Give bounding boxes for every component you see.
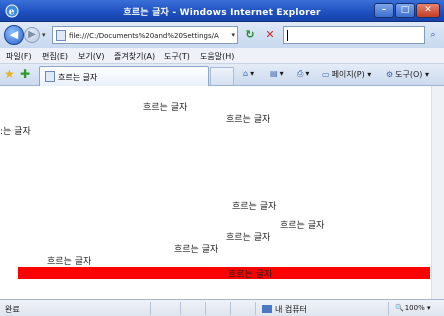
page-menu-button[interactable]: ▭ 페이지(P) ▾ — [322, 69, 371, 80]
feeds-icon: ▤ — [270, 69, 278, 78]
status-divider — [388, 302, 389, 315]
menu-tools[interactable]: 도구(T) — [164, 51, 190, 62]
tab-label: 흐르는 글자 — [58, 73, 98, 82]
search-input[interactable] — [283, 26, 425, 44]
home-button[interactable]: ⌂ ▾ — [243, 69, 254, 78]
marquee-text: 흐르는 글자 — [226, 115, 271, 125]
print-button[interactable]: ⎙ ▾ — [297, 69, 309, 79]
status-text: 완료 — [5, 305, 20, 314]
page-menu-label: 페이지(P) — [331, 70, 365, 79]
status-divider — [230, 302, 231, 315]
address-input[interactable]: file:///C:/Documents%20and%20Settings/A/… — [52, 26, 238, 44]
marquee-text: :는 글자 — [0, 127, 31, 137]
title-bar: e 흐르는 글자 - Windows Internet Explorer – □… — [0, 0, 444, 22]
marquee-text: 흐르는 글자 — [228, 270, 273, 280]
status-bar: 완료 내 컴퓨터 🔍100% ▾ — [0, 299, 444, 316]
menu-favorites[interactable]: 즐겨찾기(A) — [114, 51, 155, 62]
stop-button[interactable]: ✕ — [262, 28, 278, 42]
feeds-button[interactable]: ▤ ▾ — [270, 69, 284, 78]
address-dropdown-icon[interactable]: ▾ — [231, 31, 235, 39]
menu-bar: 파일(F) 편집(E) 보기(V) 즐겨찾기(A) 도구(T) 도움말(H) — [0, 48, 444, 64]
back-button[interactable]: ◀ — [4, 25, 24, 45]
home-icon: ⌂ — [243, 69, 249, 78]
menu-view[interactable]: 보기(V) — [78, 51, 104, 62]
tools-menu-label: 도구(O) — [395, 70, 423, 79]
add-favorite-icon[interactable]: ✚ — [20, 67, 30, 81]
page-content: 흐르는 글자 흐르는 글자 :는 글자 흐르는 글자 흐르는 글자 흐르는 글자… — [0, 86, 431, 299]
marquee-text: 흐르는 글자 — [143, 103, 188, 113]
address-url: file:///C:/Documents%20and%20Settings/A/… — [69, 32, 219, 40]
close-icon: ✕ — [424, 5, 432, 15]
close-button[interactable]: ✕ — [416, 3, 440, 18]
marquee-text: 흐르는 글자 — [47, 257, 92, 267]
status-divider — [205, 302, 206, 315]
marquee-text: 흐르는 글자 — [280, 221, 325, 231]
maximize-button[interactable]: □ — [395, 3, 415, 18]
search-icon[interactable]: ⌕ — [425, 26, 441, 44]
zoom-control[interactable]: 🔍100% ▾ — [395, 304, 430, 312]
status-divider — [180, 302, 181, 315]
menu-file[interactable]: 파일(F) — [6, 51, 32, 62]
tools-menu-button[interactable]: ⚙ 도구(O) ▾ — [386, 69, 429, 80]
forward-arrow-icon: ▶ — [28, 29, 36, 40]
refresh-button[interactable]: ↻ — [242, 28, 258, 42]
minimize-icon: – — [381, 5, 387, 15]
status-divider — [255, 302, 256, 315]
marquee-text: 흐르는 글자 — [174, 245, 219, 255]
status-divider — [150, 302, 151, 315]
menu-edit[interactable]: 편집(E) — [42, 51, 68, 62]
tab-bar: ★ ✚ 흐르는 글자 ⌂ ▾ ▤ ▾ ⎙ ▾ ▭ 페이지(P) ▾ ⚙ 도구(O) ▾ — [0, 64, 444, 86]
page-icon: ▭ — [322, 70, 330, 79]
favorites-center-icon[interactable]: ★ — [4, 67, 15, 81]
computer-icon — [262, 305, 272, 313]
new-tab-button[interactable] — [210, 67, 234, 85]
minimize-button[interactable]: – — [374, 3, 394, 18]
zoom-level: 100% — [404, 304, 425, 312]
forward-button[interactable]: ▶ — [24, 27, 40, 43]
vertical-scrollbar[interactable] — [431, 86, 444, 299]
marquee-text: 흐르는 글자 — [226, 233, 271, 243]
print-icon: ⎙ — [297, 69, 304, 78]
back-arrow-icon: ◀ — [9, 28, 19, 41]
tab-active[interactable]: 흐르는 글자 — [39, 66, 209, 86]
menu-help[interactable]: 도움말(H) — [200, 51, 234, 62]
zone-label: 내 컴퓨터 — [275, 305, 307, 314]
recent-pages-dropdown[interactable]: ▾ — [42, 31, 46, 39]
marquee-text: 흐르는 글자 — [232, 202, 277, 212]
address-toolbar: ◀ ▶ ▾ file:///C:/Documents%20and%20Setti… — [0, 22, 444, 48]
page-icon — [56, 30, 66, 41]
gear-icon: ⚙ — [386, 70, 394, 79]
text-cursor — [287, 30, 288, 41]
maximize-icon: □ — [400, 5, 410, 15]
tab-page-icon — [45, 71, 55, 82]
security-zone[interactable]: 내 컴퓨터 — [262, 304, 307, 315]
red-marquee-band — [18, 267, 430, 279]
zoom-icon: 🔍 — [395, 304, 404, 312]
